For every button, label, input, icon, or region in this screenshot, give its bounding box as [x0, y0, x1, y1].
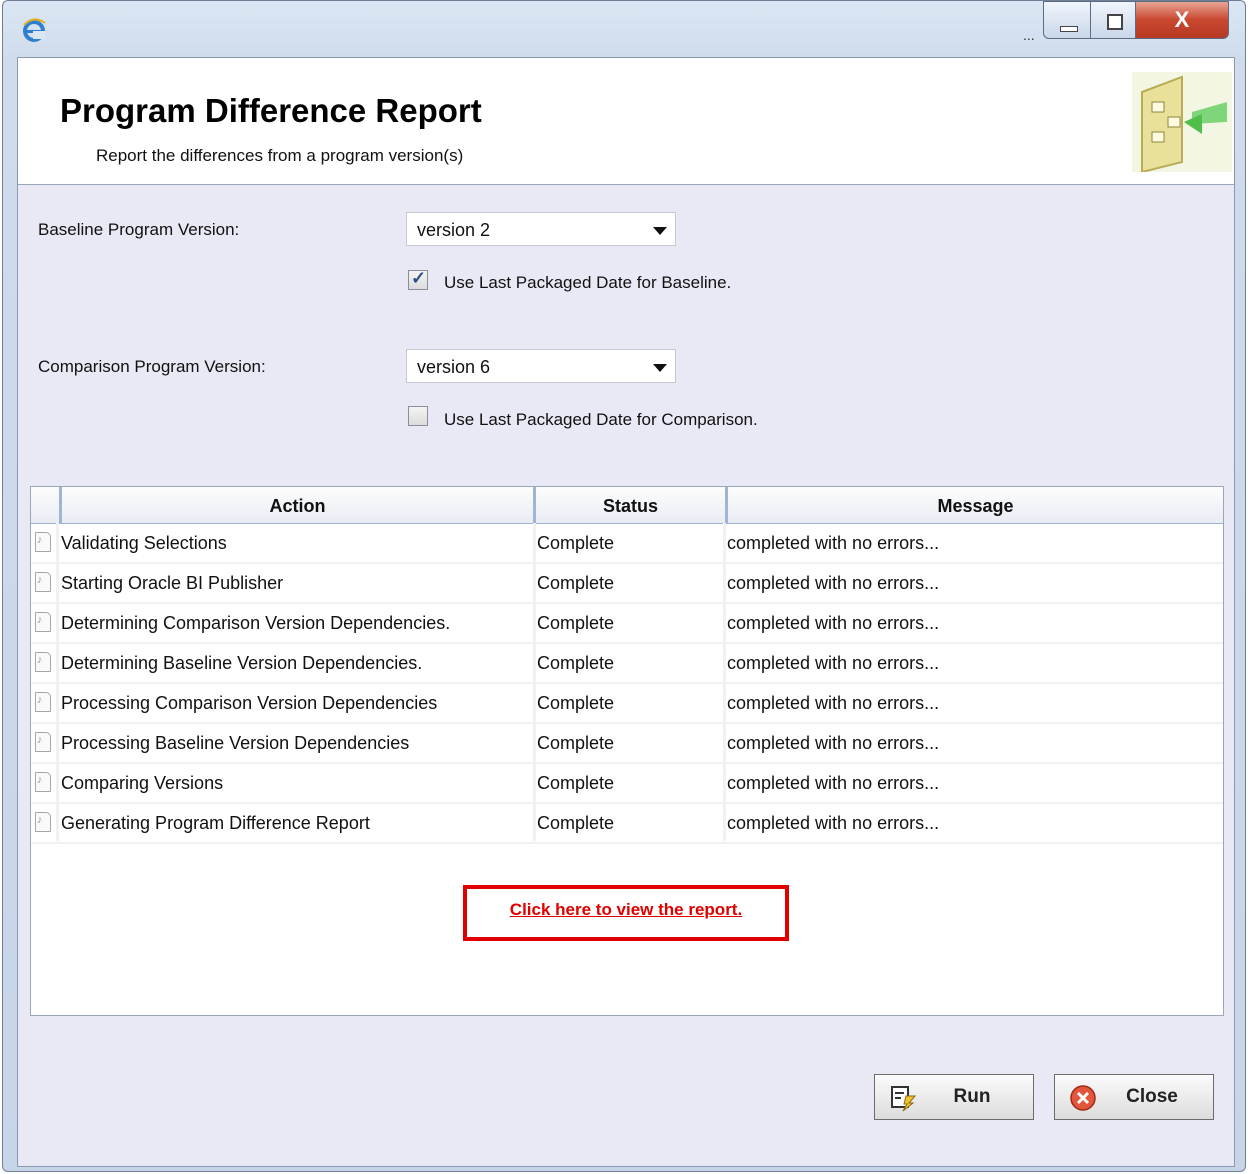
chevron-down-icon: [653, 227, 667, 235]
internet-explorer-icon: [23, 18, 46, 42]
window-close-button[interactable]: X: [1135, 1, 1229, 39]
checkmark-icon: ✓: [411, 268, 427, 288]
chevron-down-icon: [653, 364, 667, 372]
table-header: Action Status Message: [31, 487, 1223, 524]
close-button-label: Close: [1126, 1086, 1178, 1107]
status-cell: Complete: [537, 533, 615, 553]
row-divider: [31, 842, 1223, 844]
view-report-link[interactable]: Click here to view the report.: [467, 900, 785, 920]
action-cell: Validating Selections: [61, 533, 227, 553]
action-cell: Comparing Versions: [61, 773, 224, 793]
baseline-last-packaged-label: Use Last Packaged Date for Baseline.: [444, 273, 732, 292]
message-cell: completed with no errors...: [727, 573, 940, 593]
page-title: Program Difference Report: [60, 92, 482, 129]
status-cell: Complete: [537, 773, 615, 793]
action-cell: Processing Baseline Version Dependencies: [61, 733, 410, 753]
table-row[interactable]: Generating Program Difference Report Com…: [31, 803, 1223, 843]
document-icon: [35, 772, 51, 792]
action-cell: Determining Comparison Version Dependenc…: [61, 613, 451, 633]
page-subtitle: Report the differences from a program ve…: [96, 146, 464, 165]
document-icon: [35, 692, 51, 712]
dialog-content: Program Difference Report Report the dif…: [17, 57, 1235, 1167]
run-button-label: Run: [953, 1086, 991, 1107]
close-x-icon: X: [1174, 7, 1190, 32]
message-cell: completed with no errors...: [727, 653, 940, 673]
document-icon: [35, 572, 51, 592]
report-link-highlight: Click here to view the report.: [463, 885, 789, 941]
dialog-window: ... X Program Difference Report Report t…: [2, 0, 1246, 1172]
document-icon: [35, 652, 51, 672]
table-row[interactable]: Comparing Versions Complete completed wi…: [31, 763, 1223, 803]
baseline-version-value: version 2: [417, 220, 491, 240]
document-icon: [35, 612, 51, 632]
message-cell: completed with no errors...: [727, 533, 940, 553]
status-cell: Complete: [537, 733, 615, 753]
table-row[interactable]: Processing Comparison Version Dependenci…: [31, 683, 1223, 723]
table-row[interactable]: Processing Baseline Version Dependencies…: [31, 723, 1223, 763]
action-cell: Processing Comparison Version Dependenci…: [61, 693, 438, 713]
action-cell: Determining Baseline Version Dependencie…: [61, 653, 423, 673]
title-bar: ... X: [3, 1, 1245, 55]
comparison-version-value: version 6: [417, 357, 491, 377]
column-header-message[interactable]: Message: [725, 487, 1223, 523]
status-cell: Complete: [537, 573, 615, 593]
table-row[interactable]: Determining Baseline Version Dependencie…: [31, 643, 1223, 683]
baseline-version-label: Baseline Program Version:: [38, 220, 240, 239]
run-button[interactable]: Run: [874, 1074, 1034, 1120]
document-icon: [35, 812, 51, 832]
column-header-status[interactable]: Status: [533, 487, 725, 523]
message-cell: completed with no errors...: [727, 773, 940, 793]
status-cell: Complete: [537, 693, 615, 713]
report-diagram-icon: [1132, 72, 1232, 172]
minimize-button[interactable]: [1043, 1, 1091, 39]
comparison-last-packaged-label: Use Last Packaged Date for Comparison.: [444, 410, 758, 429]
column-header-action[interactable]: Action: [59, 487, 533, 523]
comparison-last-packaged-checkbox[interactable]: [408, 406, 428, 426]
column-header-select: [31, 487, 59, 523]
table-row[interactable]: Starting Oracle BI Publisher Complete co…: [31, 563, 1223, 603]
status-cell: Complete: [537, 613, 615, 633]
comparison-version-select[interactable]: version 6: [406, 349, 676, 383]
document-icon: [35, 532, 51, 552]
dialog-header: Program Difference Report Report the dif…: [18, 58, 1234, 185]
document-icon: [35, 732, 51, 752]
message-cell: completed with no errors...: [727, 813, 940, 833]
message-cell: completed with no errors...: [727, 733, 940, 753]
progress-panel: Action Status Message Validating Selecti…: [30, 486, 1224, 1016]
table-row[interactable]: Validating Selections Complete completed…: [31, 523, 1223, 563]
action-cell: Generating Program Difference Report: [61, 813, 370, 833]
baseline-version-select[interactable]: version 2: [406, 212, 676, 246]
status-cell: Complete: [537, 653, 615, 673]
message-cell: completed with no errors...: [727, 613, 940, 633]
status-cell: Complete: [537, 813, 615, 833]
title-ellipsis: ...: [1023, 27, 1035, 43]
maximize-button[interactable]: [1090, 1, 1136, 39]
message-cell: completed with no errors...: [727, 693, 940, 713]
comparison-version-label: Comparison Program Version:: [38, 357, 266, 376]
table-row[interactable]: Determining Comparison Version Dependenc…: [31, 603, 1223, 643]
close-button[interactable]: Close: [1054, 1074, 1214, 1120]
baseline-last-packaged-checkbox[interactable]: ✓: [408, 268, 428, 290]
action-cell: Starting Oracle BI Publisher: [61, 573, 284, 593]
